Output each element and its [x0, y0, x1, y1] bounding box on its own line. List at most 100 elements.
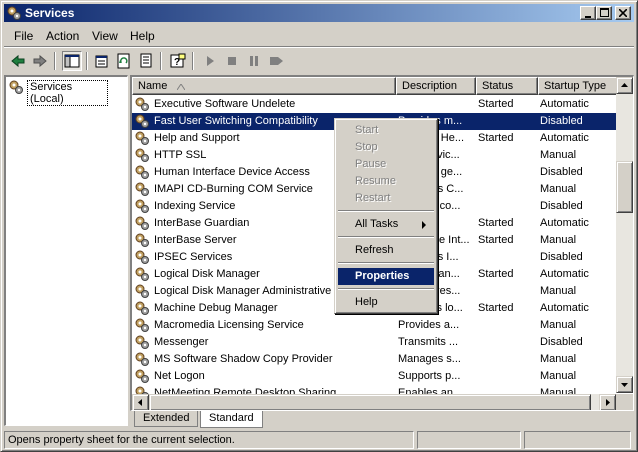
minimize-icon — [585, 16, 591, 18]
service-name: Indexing Service — [154, 200, 236, 212]
vertical-scroll-thumb[interactable] — [616, 161, 633, 213]
service-name: Net Logon — [154, 370, 205, 382]
services-gear-icon — [9, 80, 23, 94]
column-header-description[interactable]: Description — [396, 77, 476, 95]
menu-item-start[interactable]: Start — [338, 122, 434, 139]
service-startup-type: Automatic — [540, 217, 589, 229]
tab-standard[interactable]: Standard — [200, 411, 263, 428]
service-name: Executive Software Undelete — [154, 98, 296, 110]
service-startup-type: Manual — [540, 183, 577, 195]
menu-item-refresh[interactable]: Refresh — [338, 242, 434, 259]
menu-view[interactable]: View — [92, 29, 118, 43]
menu-divider — [4, 46, 634, 48]
toolbar-separator — [54, 52, 56, 70]
arrow-down-icon — [621, 383, 628, 387]
service-status — [478, 181, 536, 198]
title-bar[interactable]: Services — [4, 4, 634, 22]
column-header-status-label: Status — [482, 80, 514, 92]
service-startup-type: Automatic — [540, 268, 589, 280]
stop-service-button[interactable] — [222, 51, 242, 71]
service-name-cell: Messenger — [134, 334, 394, 351]
view-tabs: Extended Standard — [130, 411, 634, 428]
window-title: Services — [25, 6, 75, 20]
service-status: Started — [478, 234, 514, 246]
toolbar-separator — [86, 52, 88, 70]
menu-item-help[interactable]: Help — [338, 294, 434, 311]
show-hide-tree-button[interactable] — [62, 51, 82, 71]
column-header-name-label: Name — [138, 80, 168, 92]
service-status: Started — [478, 132, 514, 144]
refresh-icon — [117, 53, 130, 69]
start-service-button[interactable] — [200, 51, 220, 71]
menu-separator — [338, 236, 434, 238]
forward-button[interactable] — [30, 51, 50, 71]
export-list-button[interactable] — [136, 51, 156, 71]
menu-item-all-tasks[interactable]: All Tasks — [338, 216, 434, 233]
table-row[interactable]: Net Logon Supports p... Manual — [132, 368, 616, 385]
service-name-cell: MS Software Shadow Copy Provider — [134, 351, 394, 368]
service-gear-icon — [134, 300, 150, 316]
table-row[interactable]: Messenger Transmits ... Disabled — [132, 334, 616, 351]
service-startup-type: Disabled — [540, 251, 583, 263]
vertical-scrollbar[interactable] — [616, 77, 633, 393]
service-name: InterBase Server — [154, 234, 237, 246]
column-header-name[interactable]: Name — [132, 77, 396, 95]
horizontal-scrollbar[interactable] — [132, 394, 616, 410]
scroll-left-button[interactable] — [132, 394, 149, 410]
minimize-button[interactable] — [580, 6, 596, 20]
column-header-description-label: Description — [402, 80, 458, 92]
help-toolbar-button[interactable]: ? — [168, 51, 188, 71]
service-gear-icon — [134, 147, 150, 163]
service-description: Transmits ... — [398, 336, 459, 348]
tab-extended[interactable]: Extended — [134, 411, 199, 427]
status-text: Opens property sheet for the current sel… — [4, 431, 414, 449]
menu-action[interactable]: Action — [46, 29, 79, 43]
console-tree-pane[interactable]: Services (Local) — [4, 75, 128, 426]
back-button[interactable] — [8, 51, 28, 71]
service-name: Machine Debug Manager — [154, 302, 278, 314]
maximize-button[interactable] — [596, 6, 612, 20]
service-description — [398, 96, 474, 113]
menu-help[interactable]: Help — [130, 29, 155, 43]
restart-service-button[interactable] — [266, 51, 286, 71]
service-name: IMAPI CD-Burning COM Service — [154, 183, 313, 195]
service-name: Help and Support — [154, 132, 240, 144]
arrow-left-icon — [138, 399, 142, 406]
status-panel-3 — [524, 431, 631, 449]
service-startup-type: Manual — [540, 285, 577, 297]
menu-item-all-tasks-label: All Tasks — [355, 218, 399, 230]
back-arrow-icon — [11, 54, 25, 68]
column-header-startup-type[interactable]: Startup Type — [538, 77, 618, 95]
service-startup-type: Manual — [540, 353, 577, 365]
scroll-up-button[interactable] — [616, 77, 633, 94]
properties-toolbar-button[interactable] — [92, 51, 112, 71]
scroll-down-button[interactable] — [616, 376, 633, 393]
table-row[interactable]: Macromedia Licensing Service Provides a..… — [132, 317, 616, 334]
menu-item-pause[interactable]: Pause — [338, 156, 434, 173]
menu-item-properties[interactable]: Properties — [338, 268, 434, 285]
table-row[interactable]: MS Software Shadow Copy Provider Manages … — [132, 351, 616, 368]
pause-service-button[interactable] — [244, 51, 264, 71]
refresh-toolbar-button[interactable] — [114, 51, 134, 71]
table-row[interactable]: NetMeeting Remote Desktop Sharing Enables… — [132, 385, 616, 394]
menu-file[interactable]: File — [14, 29, 33, 43]
close-button[interactable] — [615, 6, 631, 20]
service-status: Started — [478, 268, 514, 280]
service-status — [478, 113, 536, 130]
horizontal-scroll-thumb[interactable] — [149, 394, 591, 410]
export-list-icon — [140, 53, 152, 68]
tree-node-services-local[interactable]: Services (Local) — [8, 79, 108, 106]
menu-item-stop[interactable]: Stop — [338, 139, 434, 156]
column-header-status[interactable]: Status — [476, 77, 538, 95]
service-status — [478, 334, 536, 351]
service-name-cell: Executive Software Undelete — [134, 96, 394, 113]
menu-item-restart[interactable]: Restart — [338, 190, 434, 207]
table-row[interactable]: Executive Software Undelete Started Automa… — [132, 96, 616, 113]
console-tree-icon — [64, 54, 80, 68]
service-startup-type: Automatic — [540, 132, 589, 144]
service-description: Enables an... — [398, 387, 463, 394]
service-status — [478, 317, 536, 334]
service-name: InterBase Guardian — [154, 217, 250, 229]
scroll-right-button[interactable] — [599, 394, 616, 410]
menu-item-resume[interactable]: Resume — [338, 173, 434, 190]
